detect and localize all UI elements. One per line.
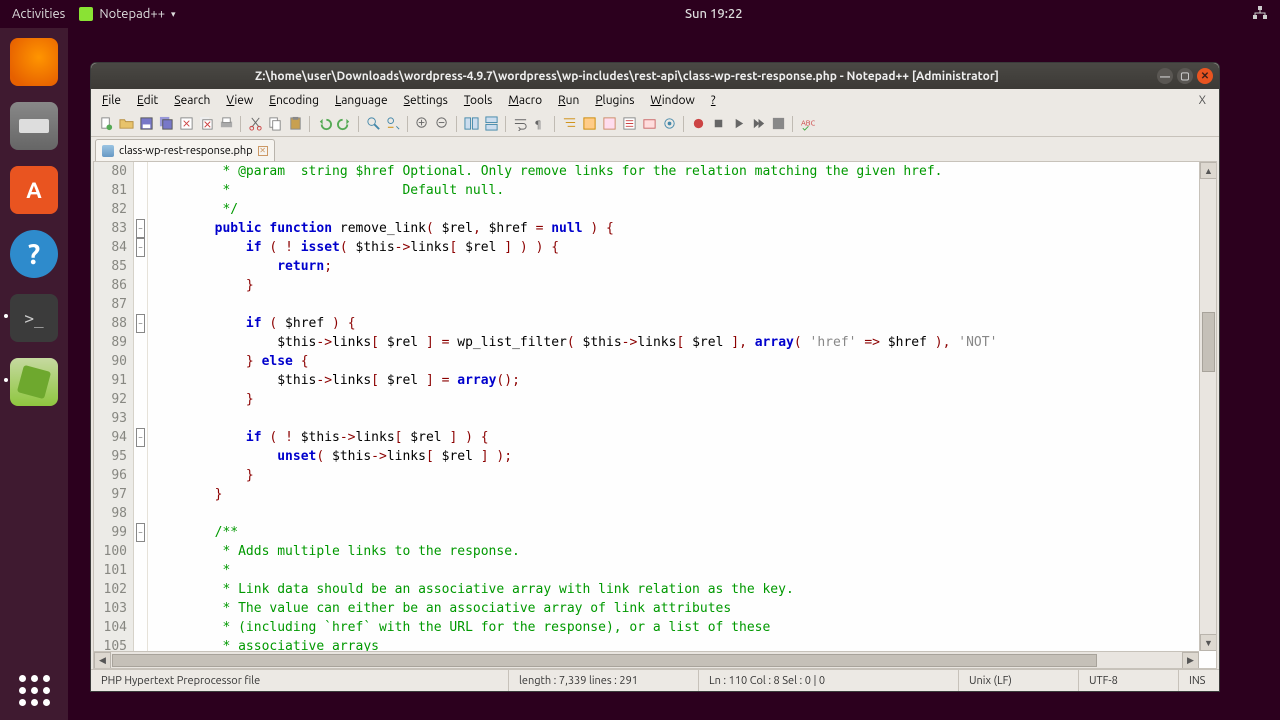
doc-map-icon[interactable] [600, 115, 618, 133]
zoom-out-icon[interactable] [433, 115, 451, 133]
print-icon[interactable] [217, 115, 235, 133]
launcher-files[interactable] [10, 102, 58, 150]
fold-toggle-icon[interactable]: − [136, 219, 145, 238]
ubuntu-launcher: ? [0, 28, 68, 720]
notepadpp-icon [79, 7, 93, 21]
launcher-help[interactable]: ? [10, 230, 58, 278]
app-menu[interactable]: Notepad++ ▾ [79, 7, 175, 21]
file-icon [102, 145, 114, 157]
svg-text:¶: ¶ [534, 117, 540, 129]
fold-toggle-icon[interactable]: − [136, 428, 145, 447]
menu-search[interactable]: Search [167, 92, 217, 109]
menu-settings[interactable]: Settings [397, 92, 455, 109]
launcher-firefox[interactable] [10, 38, 58, 86]
fold-toggle-icon[interactable]: − [136, 238, 145, 257]
menu-plugins[interactable]: Plugins [588, 92, 641, 109]
scroll-right-icon[interactable]: ▶ [1182, 652, 1199, 669]
launcher-terminal[interactable] [10, 294, 58, 342]
play-macro-icon[interactable] [729, 115, 747, 133]
status-encoding[interactable]: UTF-8 [1079, 670, 1179, 691]
zoom-in-icon[interactable] [413, 115, 431, 133]
menu-tools[interactable]: Tools [457, 92, 500, 109]
menu-encoding[interactable]: Encoding [262, 92, 326, 109]
activities-button[interactable]: Activities [12, 7, 65, 21]
paste-icon[interactable] [286, 115, 304, 133]
close-all-icon[interactable] [197, 115, 215, 133]
close-button[interactable]: ✕ [1197, 68, 1213, 84]
notepadpp-window: Z:\home\user\Downloads\wordpress-4.9.7\w… [90, 62, 1220, 692]
scroll-left-icon[interactable]: ◀ [94, 652, 111, 669]
horizontal-scrollbar[interactable]: ◀ ▶ [94, 651, 1199, 668]
menu-[interactable]: ? [704, 92, 723, 109]
menu-file[interactable]: File [95, 92, 128, 109]
save-icon[interactable] [137, 115, 155, 133]
system-tray[interactable] [1252, 5, 1268, 24]
new-file-icon[interactable] [97, 115, 115, 133]
status-bar: PHP Hypertext Preprocessor file length :… [91, 669, 1219, 691]
menu-window[interactable]: Window [643, 92, 701, 109]
window-title: Z:\home\user\Downloads\wordpress-4.9.7\w… [97, 70, 1157, 83]
line-number-gutter: 8081828384858687888990919293949596979899… [94, 162, 134, 668]
status-eol[interactable]: Unix (LF) [959, 670, 1079, 691]
menu-view[interactable]: View [219, 92, 260, 109]
menu-macro[interactable]: Macro [501, 92, 549, 109]
show-applications-button[interactable] [19, 675, 50, 706]
scroll-up-icon[interactable]: ▲ [1200, 162, 1217, 179]
menubar-close-icon[interactable]: X [1192, 92, 1213, 109]
fold-column: −−−−− [134, 162, 148, 668]
clock[interactable]: Sun 19:22 [176, 7, 1252, 21]
gnome-topbar: Activities Notepad++ ▾ Sun 19:22 [0, 0, 1280, 28]
menu-edit[interactable]: Edit [130, 92, 165, 109]
vertical-scrollbar-thumb[interactable] [1202, 312, 1215, 372]
editor-area: 8081828384858687888990919293949596979899… [93, 161, 1217, 669]
play-multi-icon[interactable] [749, 115, 767, 133]
close-file-icon[interactable] [177, 115, 195, 133]
find-icon[interactable] [364, 115, 382, 133]
fold-toggle-icon[interactable]: − [136, 523, 145, 542]
wordwrap-icon[interactable] [511, 115, 529, 133]
file-tab[interactable]: class-wp-rest-response.php ✕ [95, 139, 275, 161]
cut-icon[interactable] [246, 115, 264, 133]
copy-icon[interactable] [266, 115, 284, 133]
sync-h-icon[interactable] [482, 115, 500, 133]
open-file-icon[interactable] [117, 115, 135, 133]
toolbar: ¶ ABC [91, 111, 1219, 137]
fold-toggle-icon[interactable]: − [136, 314, 145, 333]
window-titlebar[interactable]: Z:\home\user\Downloads\wordpress-4.9.7\w… [91, 63, 1219, 89]
monitor-icon[interactable] [660, 115, 678, 133]
save-all-icon[interactable] [157, 115, 175, 133]
maximize-button[interactable]: ▢ [1177, 68, 1193, 84]
minimize-button[interactable]: — [1157, 68, 1173, 84]
record-macro-icon[interactable] [689, 115, 707, 133]
menu-bar: FileEditSearchViewEncodingLanguageSettin… [91, 89, 1219, 111]
undo-icon[interactable] [315, 115, 333, 133]
save-macro-icon[interactable] [769, 115, 787, 133]
tab-close-icon[interactable]: ✕ [258, 146, 268, 156]
status-length: length : 7,339 lines : 291 [509, 670, 699, 691]
redo-icon[interactable] [335, 115, 353, 133]
replace-icon[interactable] [384, 115, 402, 133]
status-filetype: PHP Hypertext Preprocessor file [91, 670, 509, 691]
sync-v-icon[interactable] [462, 115, 480, 133]
menu-language[interactable]: Language [328, 92, 395, 109]
horizontal-scrollbar-thumb[interactable] [112, 654, 1097, 667]
launcher-notepadpp[interactable] [10, 358, 58, 406]
folder-workspace-icon[interactable] [640, 115, 658, 133]
vertical-scrollbar[interactable]: ▲ ▼ [1199, 162, 1216, 651]
tab-bar: class-wp-rest-response.php ✕ [91, 137, 1219, 161]
code-editor[interactable]: * @param string $href Optional. Only rem… [148, 162, 1216, 668]
func-list-icon[interactable] [620, 115, 638, 133]
file-tab-label: class-wp-rest-response.php [119, 145, 253, 157]
launcher-software[interactable] [10, 166, 58, 214]
stop-macro-icon[interactable] [709, 115, 727, 133]
menu-run[interactable]: Run [551, 92, 586, 109]
udl-icon[interactable] [580, 115, 598, 133]
indent-guide-icon[interactable] [560, 115, 578, 133]
show-all-chars-icon[interactable]: ¶ [531, 115, 549, 133]
network-icon [1252, 5, 1268, 21]
status-position: Ln : 110 Col : 8 Sel : 0 | 0 [699, 670, 959, 691]
scroll-down-icon[interactable]: ▼ [1200, 634, 1217, 651]
spellcheck-icon[interactable]: ABC [798, 115, 816, 133]
status-insert-mode[interactable]: INS [1179, 670, 1219, 691]
